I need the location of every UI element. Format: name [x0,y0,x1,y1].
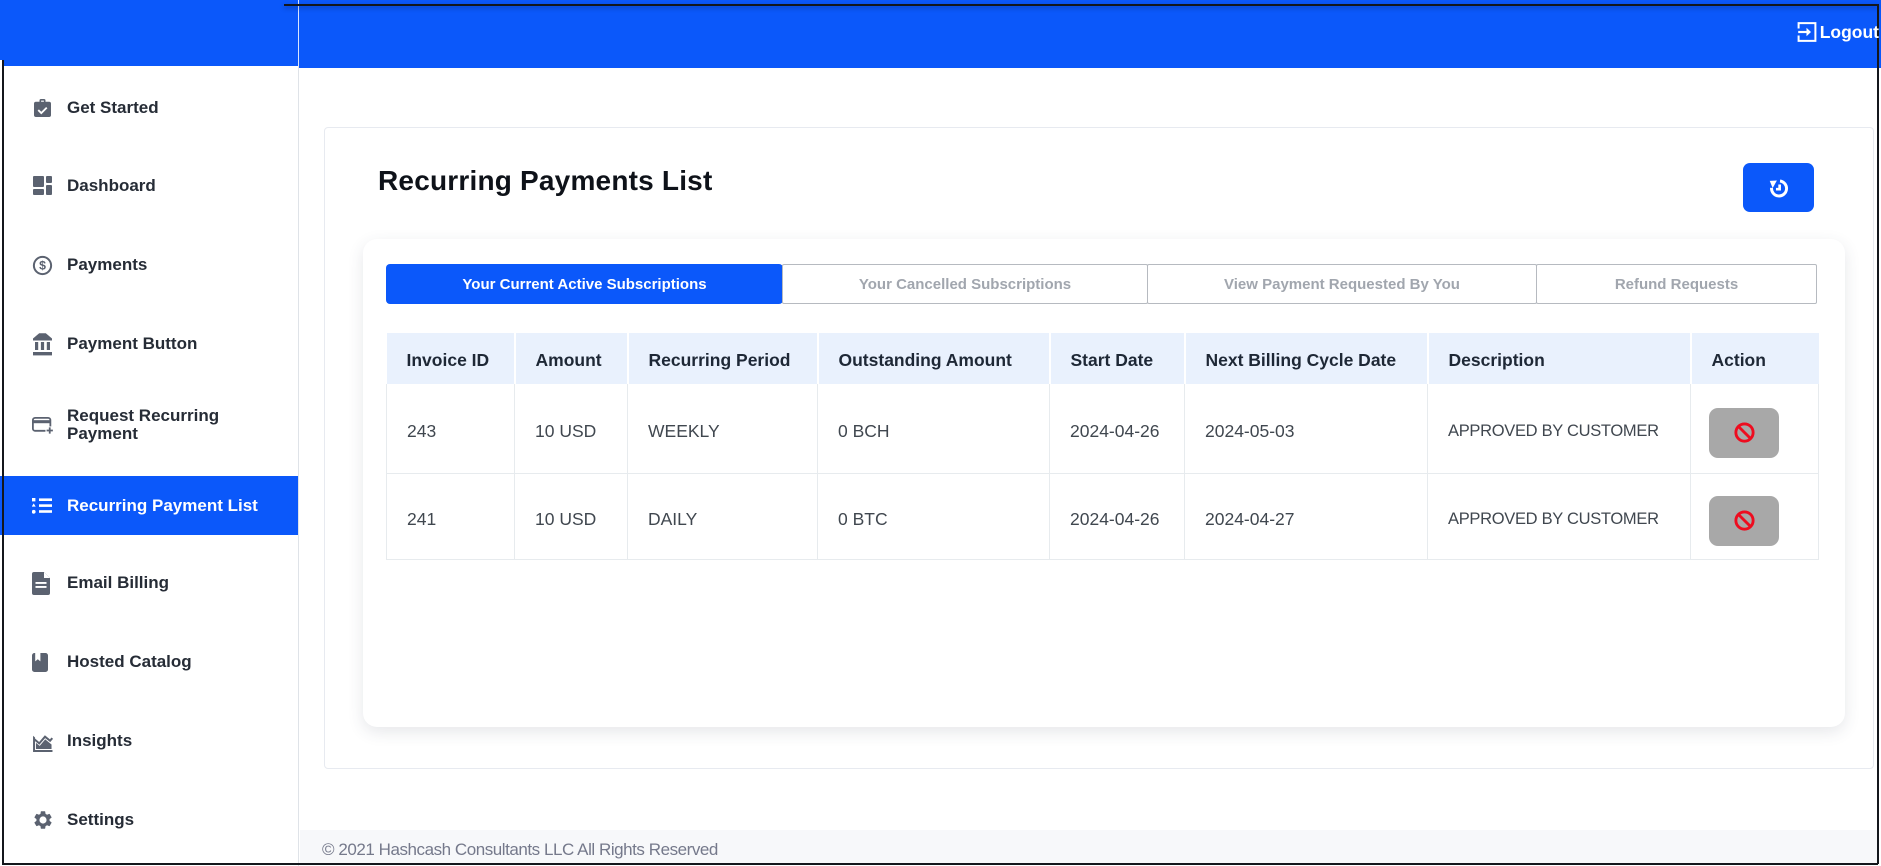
svg-text:$: $ [39,258,46,272]
